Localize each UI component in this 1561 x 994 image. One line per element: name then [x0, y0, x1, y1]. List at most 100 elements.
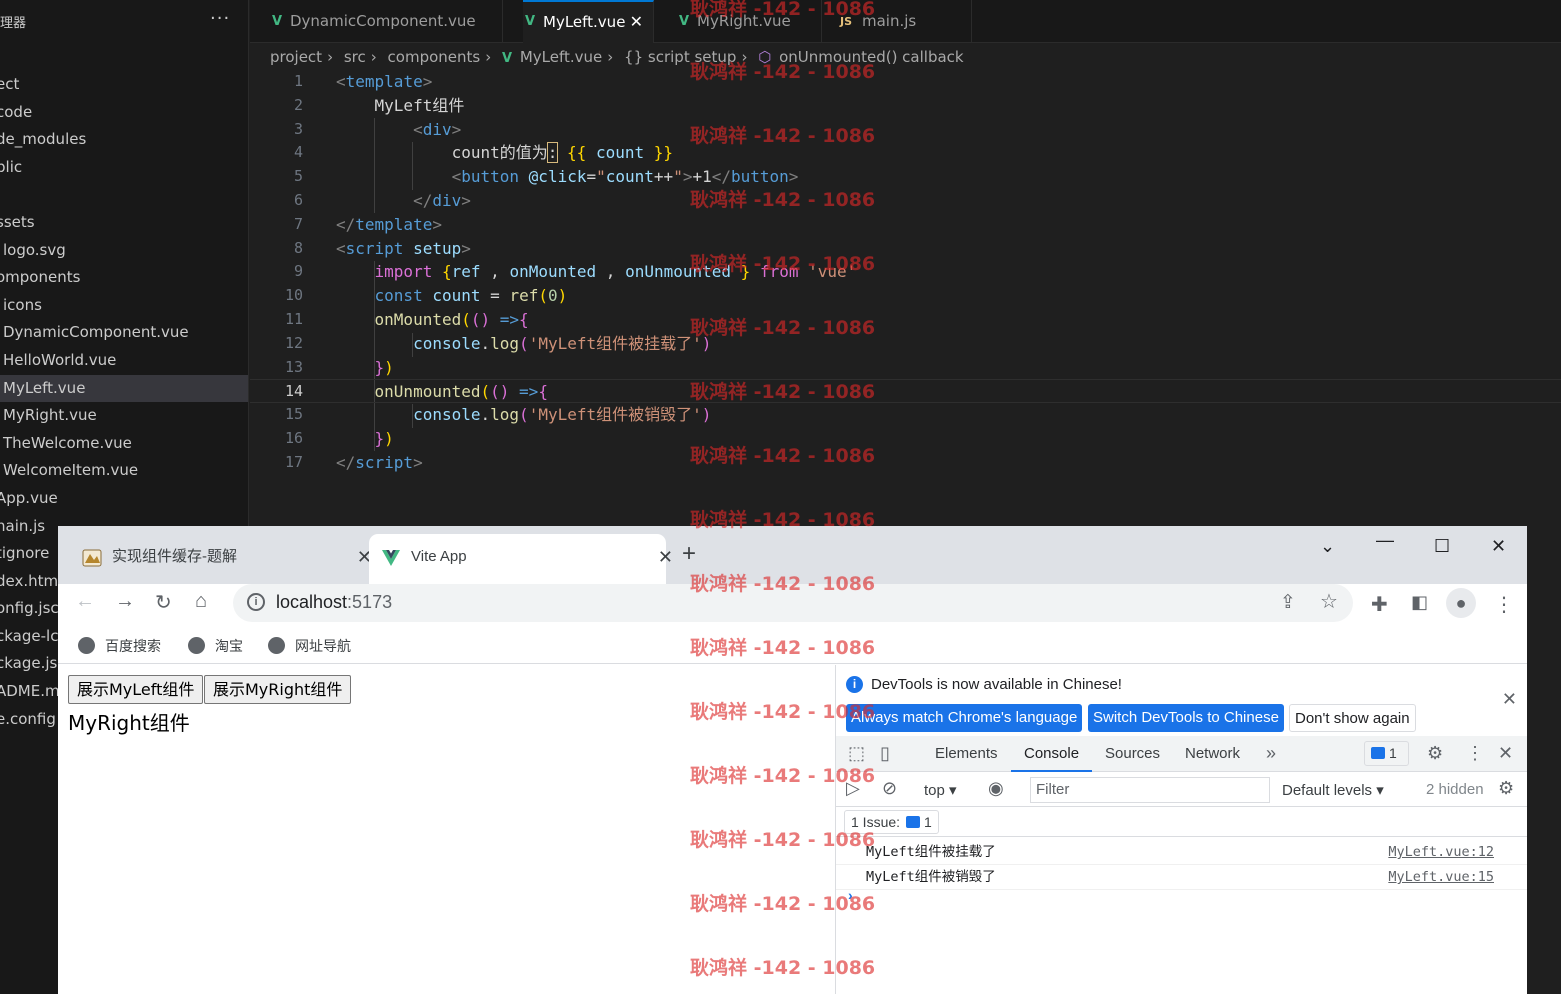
line-number: 14 [284, 382, 303, 401]
sidebar-toggle-icon[interactable]: ▷ [846, 778, 860, 799]
breadcrumb-item[interactable]: {} script setup [624, 48, 736, 66]
log-levels-dropdown[interactable]: Default levels ▾ [1282, 781, 1384, 799]
bookmark-label: 淘宝 [215, 638, 243, 654]
dont-show-again-button[interactable]: Don't show again [1289, 704, 1416, 732]
tab-dynamic-component[interactable]: V DynamicComponent.vue [270, 0, 503, 43]
breadcrumb-item[interactable]: project [270, 48, 322, 66]
log-source-link[interactable]: MyLeft.vue:15 [1388, 865, 1494, 890]
browser-tab[interactable]: 实现组件缓存-题解 ✕ [70, 534, 372, 584]
tab-elements[interactable]: Elements [935, 736, 998, 772]
forward-icon[interactable]: → [115, 590, 135, 613]
vue-icon [382, 550, 400, 566]
tree-item[interactable]: logo.svg [0, 237, 248, 265]
url-port: :5173 [347, 592, 393, 612]
minimize-icon[interactable]: — [1376, 530, 1394, 551]
tree-item-selected[interactable]: MyLeft.vue [0, 374, 248, 403]
tree-item[interactable]: WelcomeItem.vue [0, 457, 248, 485]
tab-sources[interactable]: Sources [1105, 736, 1160, 772]
devtools-menu-icon[interactable]: ⋮ [1466, 743, 1484, 764]
tab-myright[interactable]: V MyRight.vue [677, 0, 822, 43]
close-window-icon[interactable]: ✕ [1491, 536, 1506, 557]
code-editor[interactable]: 1 <template> 2 MyLeft组件 3 <div> 4 count的值… [250, 70, 1561, 525]
site-info-icon[interactable]: i [247, 593, 265, 611]
breadcrumb-item[interactable]: onUnmounted() callback [779, 48, 964, 66]
url-text[interactable]: localhost:5173 [276, 592, 392, 613]
close-devtools-icon[interactable]: ✕ [1498, 743, 1513, 764]
match-language-button[interactable]: Always match Chrome's language [846, 704, 1083, 732]
bookmark-item[interactable]: 网址导航 [268, 636, 351, 656]
line-number: 16 [284, 428, 303, 447]
settings-gear-icon[interactable]: ⚙ [1427, 743, 1443, 764]
message-icon [906, 816, 921, 828]
tab-search-icon[interactable]: ⌄ [1320, 536, 1335, 557]
bookmark-star-icon[interactable]: ☆ [1320, 589, 1338, 614]
issues-button[interactable]: 1 Issue: 1 [844, 810, 939, 834]
profile-icon[interactable]: ● [1446, 588, 1476, 618]
show-myright-button[interactable]: 展示MyRight组件 [204, 675, 352, 704]
reload-icon[interactable]: ↻ [155, 590, 172, 615]
breadcrumb-item[interactable]: components [388, 48, 481, 66]
eye-icon[interactable]: ◉ [988, 778, 1004, 799]
banner-message: DevTools is now available in Chinese! [871, 676, 1122, 693]
maximize-icon[interactable]: ☐ [1434, 536, 1450, 557]
tree-item[interactable]: code [0, 99, 248, 127]
back-icon[interactable]: ← [75, 590, 95, 613]
new-tab-icon[interactable]: + [682, 540, 696, 568]
console-log-row: MyLeft组件被挂载了 MyLeft.vue:12 [836, 840, 1527, 865]
more-actions-icon[interactable]: ··· [210, 8, 230, 29]
extensions-icon[interactable]: ✚ [1371, 592, 1388, 617]
tree-item[interactable]: de_modules [0, 126, 248, 154]
tree-item[interactable]: ssets [0, 209, 248, 237]
editor-tab-bar: V DynamicComponent.vue V MyLeft.vue ✕ V … [250, 0, 1561, 43]
vue-icon: V [272, 14, 283, 29]
tab-main-js[interactable]: JS main.js [840, 0, 972, 43]
clear-console-icon[interactable]: ⊘ [882, 778, 897, 799]
page-content: 展示MyLeft组件 展示MyRight组件 MyRight组件 [58, 665, 835, 994]
tab-myleft[interactable]: V MyLeft.vue ✕ [523, 0, 654, 43]
line-number: 10 [284, 286, 303, 305]
console-settings-gear-icon[interactable]: ⚙ [1498, 778, 1514, 799]
tree-item[interactable]: icons [0, 292, 248, 320]
breadcrumb-item[interactable]: src [344, 48, 366, 66]
log-source-link[interactable]: MyLeft.vue:12 [1388, 840, 1494, 865]
browser-tab-active[interactable]: Vite App ✕ [369, 534, 673, 584]
tree-item[interactable]: : [0, 181, 248, 209]
bookmark-item[interactable]: 百度搜索 [78, 636, 161, 656]
close-banner-icon[interactable]: ✕ [1502, 689, 1517, 710]
switch-to-chinese-button[interactable]: Switch DevTools to Chinese [1088, 704, 1284, 732]
share-icon[interactable]: ⇪ [1280, 591, 1296, 614]
tree-item[interactable]: App.vue [0, 485, 248, 513]
line-number: 12 [284, 333, 303, 352]
more-tabs-icon[interactable]: » [1266, 743, 1276, 764]
address-bar[interactable]: i localhost:5173 ⇪ ☆ [233, 584, 1353, 622]
bookmark-item[interactable]: 淘宝 [188, 636, 243, 656]
tree-item[interactable]: ect [0, 71, 248, 99]
inspect-element-icon[interactable]: ⬚ [848, 743, 865, 764]
tree-item[interactable]: MyRight.vue [0, 402, 248, 430]
console-toolbar: ▷ ⊘ top ▾ ◉ Filter Default levels ▾ 2 hi… [836, 773, 1527, 807]
side-panel-icon[interactable]: ◧ [1411, 592, 1428, 613]
line-number: 7 [293, 214, 303, 233]
close-icon[interactable]: ✕ [630, 2, 643, 42]
menu-kebab-icon[interactable]: ⋮ [1494, 592, 1514, 617]
console-prompt-icon[interactable]: › [848, 887, 853, 903]
tree-item[interactable]: blic [0, 154, 248, 182]
breadcrumb-item[interactable]: MyLeft.vue [520, 48, 602, 66]
close-tab-icon[interactable]: ✕ [658, 534, 673, 580]
tree-item[interactable]: DynamicComponent.vue [0, 319, 248, 347]
issues-count: 1 [1389, 745, 1397, 761]
tree-item[interactable]: TheWelcome.vue [0, 430, 248, 458]
tree-item[interactable]: HelloWorld.vue [0, 347, 248, 375]
tab-console[interactable]: Console [1011, 736, 1093, 772]
code-line: 6 </div> [250, 189, 1561, 213]
issues-badge[interactable]: 1 [1364, 741, 1409, 766]
tree-item[interactable]: omponents [0, 264, 248, 292]
code-line: 3 <div> [250, 118, 1561, 142]
device-toolbar-icon[interactable]: ▯ [880, 743, 890, 764]
home-icon[interactable]: ⌂ [195, 590, 207, 613]
explorer-title: 理器 [0, 16, 27, 31]
context-selector[interactable]: top ▾ [924, 781, 957, 799]
console-filter-input[interactable]: Filter [1030, 777, 1270, 803]
show-myleft-button[interactable]: 展示MyLeft组件 [68, 675, 204, 704]
tab-network[interactable]: Network [1185, 736, 1240, 772]
